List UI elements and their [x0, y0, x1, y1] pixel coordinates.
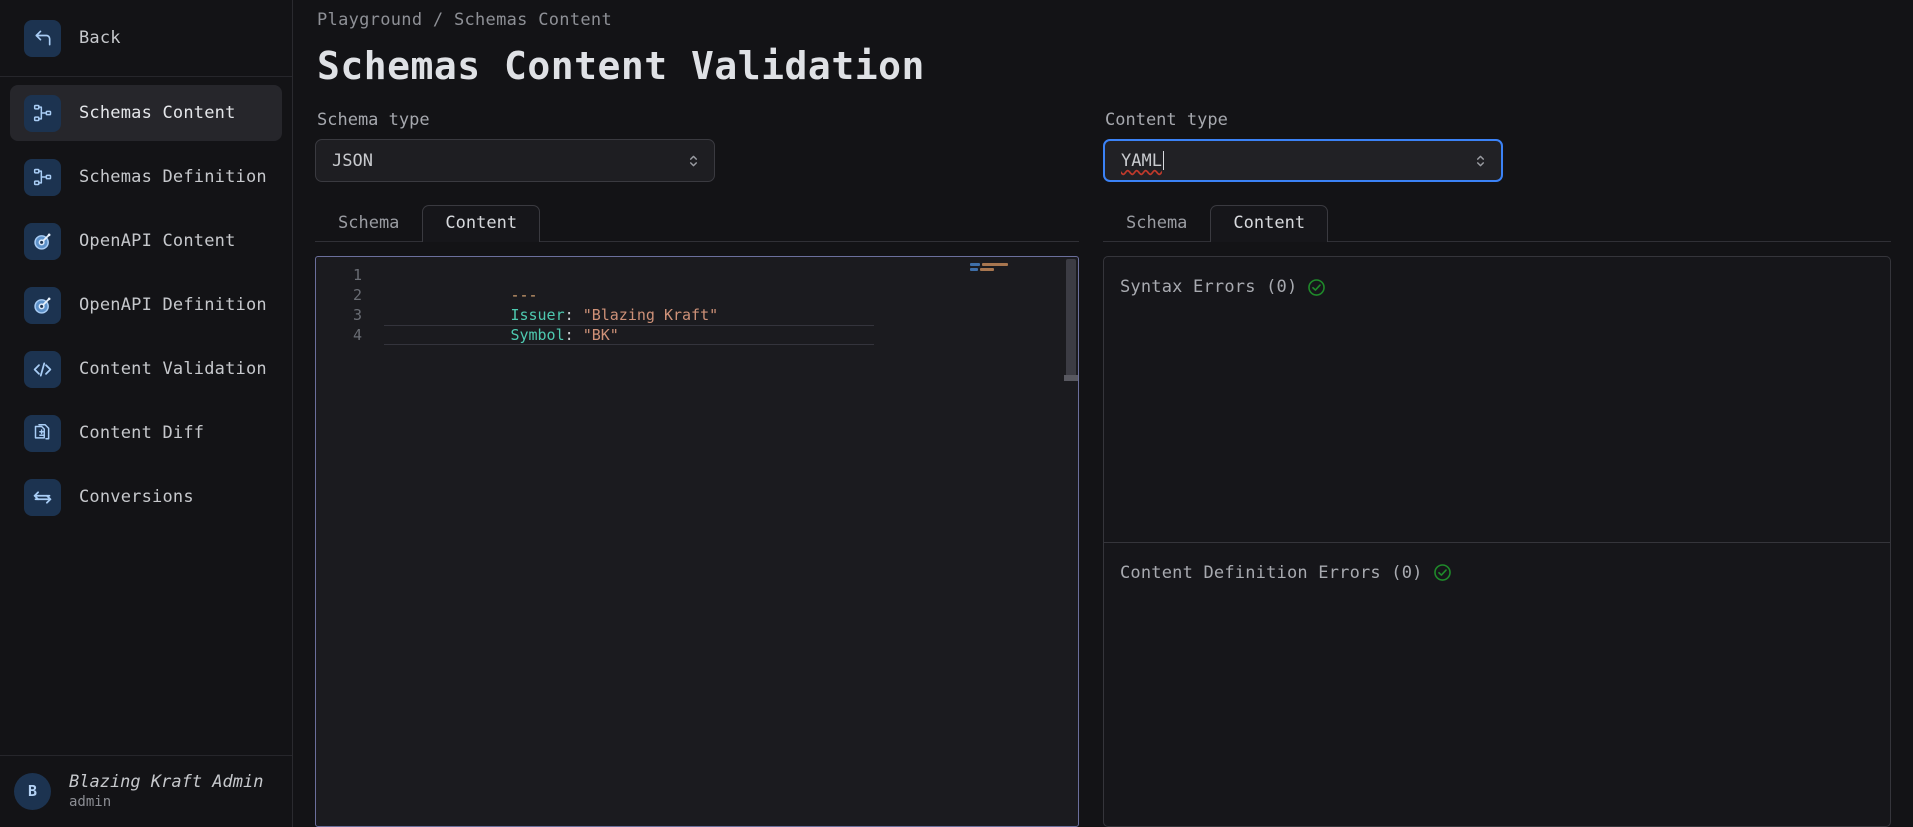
user-role: admin [69, 793, 112, 810]
line-number: 2 [352, 286, 362, 304]
document-diff-icon [24, 414, 61, 452]
two-column-layout: Schema type JSON Schema Content 1 2 3 4 … [315, 110, 1891, 827]
avatar: B [14, 772, 51, 810]
schema-tree-icon [24, 158, 61, 196]
page-title: Schemas Content Validation [317, 44, 925, 88]
sidebar-item-label: Schemas Definition [79, 167, 267, 187]
tab-content[interactable]: Content [422, 205, 541, 242]
sidebar-item-back-label: Back [79, 28, 121, 48]
schema-tabs: Schema Content [315, 204, 1079, 242]
schema-type-value: JSON [332, 150, 373, 171]
openapi-icon [24, 222, 61, 260]
code-token: "BK" [582, 326, 619, 344]
code-token: --- [510, 286, 538, 304]
sidebar-item-openapi-content[interactable]: OpenAPI Content [10, 213, 282, 269]
code-line: --- [384, 265, 1078, 304]
line-number: 1 [352, 266, 362, 284]
scrollbar-mark [1064, 375, 1078, 381]
editor-scrollbar[interactable] [1064, 257, 1078, 826]
text-cursor [1162, 151, 1164, 170]
scrollbar-thumb[interactable] [1066, 259, 1076, 377]
code-editor[interactable]: 1 2 3 4 --- Issuer: "Blazing Kraft" Symb… [315, 256, 1079, 827]
swap-arrows-icon [24, 478, 61, 516]
sidebar: Back Schemas Content Schemas Definition … [0, 0, 293, 827]
sidebar-item-label: OpenAPI Definition [79, 295, 267, 315]
code-token: Issuer [510, 306, 565, 324]
section-header: Syntax Errors (0) [1120, 277, 1874, 297]
content-definition-errors-title: Content Definition Errors (0) [1120, 562, 1423, 583]
sidebar-item-label: Schemas Content [79, 103, 236, 123]
check-circle-icon [1433, 563, 1452, 582]
content-column: Content type YAML Schema Content Syntax … [1103, 110, 1891, 827]
line-number: 4 [352, 326, 362, 344]
chevron-updown-icon [687, 152, 700, 169]
section-header: Content Definition Errors (0) [1120, 563, 1874, 583]
sidebar-item-schemas-content[interactable]: Schemas Content [10, 85, 282, 141]
main-content: Playground / Schemas Content Schemas Con… [293, 0, 1913, 827]
schema-tree-icon [24, 94, 61, 132]
user-name: Blazing Kraft Admin [69, 771, 264, 792]
code-token: : [564, 306, 574, 324]
sidebar-item-label: Content Validation [79, 359, 267, 379]
line-number: 3 [352, 306, 362, 324]
sidebar-back-section: Back [0, 0, 292, 77]
schema-type-label: Schema type [317, 110, 430, 130]
code-token: "Blazing Kraft" [582, 306, 719, 324]
app-root: Back Schemas Content Schemas Definition … [0, 0, 1913, 827]
code-brackets-icon [24, 350, 61, 388]
tab-content[interactable]: Content [1210, 205, 1329, 242]
code-token: Symbol [510, 326, 565, 344]
sidebar-user-section[interactable]: B Blazing Kraft Admin admin [0, 754, 292, 827]
breadcrumb: Playground / Schemas Content [317, 10, 612, 30]
sidebar-item-label: OpenAPI Content [79, 231, 236, 251]
schema-column: Schema type JSON Schema Content 1 2 3 4 … [315, 110, 1103, 827]
code-token: : [564, 326, 574, 344]
tab-schema[interactable]: Schema [315, 205, 422, 242]
sidebar-item-content-validation[interactable]: Content Validation [10, 341, 282, 397]
content-type-label: Content type [1105, 110, 1228, 130]
syntax-errors-title: Syntax Errors (0) [1120, 277, 1298, 297]
sidebar-item-content-diff[interactable]: Content Diff [10, 405, 282, 461]
sidebar-item-conversions[interactable]: Conversions [10, 469, 282, 525]
sidebar-item-back[interactable]: Back [10, 10, 282, 66]
user-info: Blazing Kraft Admin admin [69, 772, 263, 811]
sidebar-item-schemas-definition[interactable]: Schemas Definition [10, 149, 282, 205]
check-circle-icon [1307, 278, 1326, 297]
editor-line-numbers: 1 2 3 4 [316, 257, 376, 826]
sidebar-item-label: Content Diff [79, 423, 205, 443]
chevron-updown-icon [1474, 152, 1487, 169]
validation-results-panel: Syntax Errors (0) Content Definition Err… [1103, 256, 1891, 827]
schema-type-select[interactable]: JSON [315, 139, 715, 182]
content-type-select[interactable]: YAML [1103, 139, 1503, 182]
content-tabs: Schema Content [1103, 204, 1891, 242]
content-definition-errors-section: Content Definition Errors (0) [1104, 541, 1890, 827]
sidebar-item-openapi-definition[interactable]: OpenAPI Definition [10, 277, 282, 333]
openapi-icon [24, 286, 61, 324]
editor-code-area[interactable]: --- Issuer: "Blazing Kraft" Symbol: "BK" [376, 257, 1078, 826]
back-arrow-icon [24, 19, 61, 57]
tab-schema[interactable]: Schema [1103, 205, 1210, 242]
content-type-value: YAML [1121, 150, 1162, 171]
syntax-errors-section: Syntax Errors (0) [1104, 257, 1890, 542]
sidebar-item-label: Conversions [79, 487, 194, 507]
sidebar-nav: Schemas Content Schemas Definition OpenA… [0, 77, 292, 755]
